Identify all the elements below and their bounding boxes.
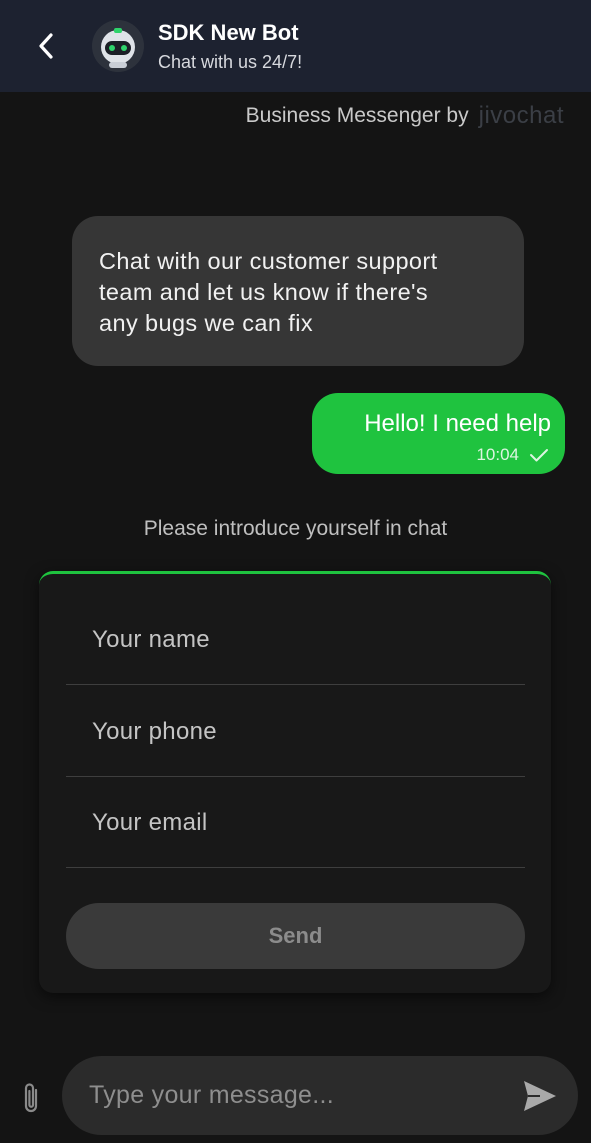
send-icon: [524, 1081, 556, 1111]
message-time: 10:04: [476, 445, 519, 464]
back-button[interactable]: [26, 26, 66, 66]
form-send-button[interactable]: Send: [66, 903, 525, 969]
intro-prompt: Please introduce yourself in chat: [143, 517, 448, 540]
email-field[interactable]: [66, 808, 525, 837]
chat-screen: SDK New Bot Chat with us 24/7! Business …: [0, 0, 591, 1143]
incoming-message-line: Chat with our customer support: [99, 248, 438, 274]
message-meta: 10:04: [476, 445, 549, 465]
jivochat-logo: jivochat: [478, 102, 564, 129]
name-field-wrapper: [66, 595, 525, 685]
send-message-button[interactable]: [520, 1076, 560, 1116]
email-field-wrapper: [66, 778, 525, 868]
chat-header: SDK New Bot Chat with us 24/7!: [0, 0, 591, 92]
incoming-message-line: any bugs we can fix: [99, 310, 313, 336]
bot-status: Chat with us 24/7!: [158, 52, 303, 72]
message-composer: [62, 1056, 578, 1135]
incoming-message-text: Chat with our customer support team and …: [99, 246, 498, 339]
incoming-message-line: team and let us know if there's: [99, 279, 429, 305]
outgoing-message: Hello! I need help 10:04: [312, 393, 565, 474]
branding[interactable]: Business Messenger by jivochat: [246, 98, 564, 134]
branding-text: Business Messenger by: [245, 104, 469, 127]
name-field[interactable]: [66, 625, 525, 654]
robot-icon: [92, 20, 144, 72]
phone-field-wrapper: [66, 687, 525, 777]
phone-field[interactable]: [66, 717, 525, 746]
contact-form: Send: [39, 571, 551, 993]
avatar[interactable]: [92, 20, 144, 72]
check-icon: [530, 449, 548, 462]
attach-button[interactable]: [16, 1078, 46, 1118]
chevron-left-icon: [39, 33, 53, 59]
bot-name: SDK New Bot: [158, 20, 299, 45]
message-input[interactable]: [89, 1056, 509, 1135]
incoming-message: Chat with our customer support team and …: [72, 216, 524, 366]
paperclip-icon: [24, 1083, 38, 1113]
outgoing-message-text: Hello! I need help: [364, 410, 551, 437]
